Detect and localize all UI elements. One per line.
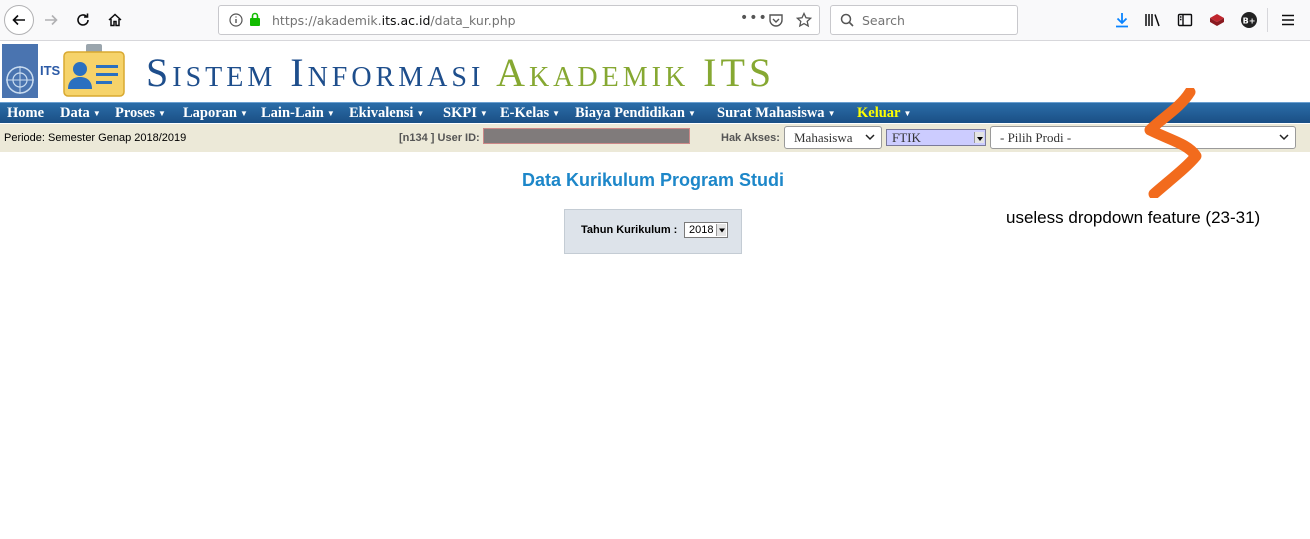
- browser-toolbar: https://akademik.its.ac.id/data_kur.php …: [0, 0, 1310, 41]
- dropdown-arrow-icon: [974, 132, 984, 143]
- forward-button[interactable]: [36, 5, 66, 35]
- arrow-right-icon: [45, 14, 58, 26]
- bookmark-star-icon[interactable]: [796, 12, 812, 28]
- home-icon: [108, 13, 122, 27]
- library-icon: [1145, 14, 1160, 27]
- user-id-field: [483, 128, 690, 144]
- profile-badge-icon: B+: [1241, 12, 1257, 28]
- toolbar-divider: [1267, 8, 1268, 32]
- menu-biaya-pendidikan[interactable]: Biaya Pendidikan ▼: [575, 105, 696, 122]
- caret-down-icon: ▼: [158, 109, 166, 119]
- caret-down-icon: ▼: [326, 109, 335, 119]
- menu-e-kelas[interactable]: E-Kelas ▼: [500, 105, 560, 122]
- search-placeholder: Search: [862, 13, 905, 28]
- caret-down-icon: ▼: [903, 109, 912, 119]
- page-actions-icon[interactable]: •••: [740, 10, 768, 26]
- search-icon: [840, 13, 854, 27]
- tahun-kurikulum-select[interactable]: 2018: [684, 222, 728, 238]
- dropdown-arrow-icon: [716, 224, 726, 236]
- main-menu: Home Data ▼ Proses ▼ Laporan ▼ Lain-Lain ▼ E…: [0, 102, 1310, 123]
- tahun-kurikulum-panel: Tahun Kurikulum : 2018: [564, 209, 742, 254]
- hak-akses-label: Hak Akses:: [721, 132, 780, 144]
- menu-ekivalensi[interactable]: Ekivalensi ▼: [349, 105, 424, 122]
- menu-lain-lain[interactable]: Lain-Lain ▼: [261, 105, 335, 122]
- menu-button[interactable]: [1278, 10, 1298, 30]
- extension-icon: [1210, 14, 1224, 26]
- svg-text:B+: B+: [1243, 17, 1256, 26]
- caret-down-icon: ▼: [479, 109, 488, 119]
- downloads-button[interactable]: [1112, 10, 1132, 30]
- caret-down-icon: ▼: [240, 109, 248, 119]
- caret-down-icon: ▼: [416, 109, 425, 119]
- home-button[interactable]: [100, 5, 130, 35]
- fakultas-select[interactable]: FTIK: [886, 129, 986, 146]
- site-title: Sistem Informasi Akademik ITS: [146, 50, 776, 95]
- site-banner: ITS Sistem Informasi Akademik ITS: [0, 41, 1310, 102]
- reload-button[interactable]: [68, 5, 98, 35]
- chevron-down-icon: [1279, 134, 1289, 141]
- download-arrow-icon: [1116, 13, 1128, 28]
- sidebar-icon: [1177, 13, 1193, 27]
- menu-proses[interactable]: Proses ▼: [115, 105, 166, 122]
- url-text: https://akademik.its.ac.id/data_kur.php: [272, 13, 516, 28]
- user-id-label: [n134 ] User ID:: [399, 132, 480, 144]
- extension-button[interactable]: [1207, 10, 1227, 30]
- url-bar[interactable]: https://akademik.its.ac.id/data_kur.php …: [218, 5, 820, 35]
- annotation-text: useless dropdown feature (23-31): [1006, 208, 1261, 227]
- its-logo: [2, 44, 38, 98]
- logo-text: ITS: [40, 63, 61, 78]
- sidebar-button[interactable]: [1175, 10, 1195, 30]
- tahun-kurikulum-label: Tahun Kurikulum :: [581, 224, 678, 236]
- menu-skpi[interactable]: SKPI ▼: [443, 105, 488, 122]
- arrow-left-icon: [12, 14, 25, 26]
- reload-icon: [77, 13, 89, 26]
- library-button[interactable]: [1143, 10, 1163, 30]
- periode-text: Periode: Semester Genap 2018/2019: [4, 132, 187, 144]
- pocket-icon[interactable]: [768, 12, 784, 28]
- lock-icon: [250, 12, 260, 26]
- profile-button[interactable]: B+: [1239, 10, 1259, 30]
- info-icon[interactable]: [229, 13, 243, 27]
- menu-data[interactable]: Data ▼: [60, 105, 101, 122]
- id-card-icon: [63, 44, 125, 97]
- hamburger-icon: [1282, 14, 1294, 26]
- caret-down-icon: ▼: [552, 109, 561, 119]
- caret-down-icon: ▼: [92, 109, 101, 119]
- annotation-scribble: [1144, 88, 1202, 198]
- search-bar[interactable]: Search: [830, 5, 1018, 35]
- menu-laporan[interactable]: Laporan ▼: [183, 105, 248, 122]
- role-select[interactable]: Mahasiswa: [784, 126, 882, 149]
- menu-surat-mahasiswa[interactable]: Surat Mahasiswa ▼: [717, 105, 835, 122]
- page-title: Data Kurikulum Program Studi: [521, 170, 785, 190]
- caret-down-icon: ▼: [827, 109, 836, 119]
- back-button[interactable]: [4, 5, 34, 35]
- its-emblem-icon: [6, 66, 34, 94]
- menu-home[interactable]: Home: [7, 105, 44, 122]
- session-info-bar: Periode: Semester Genap 2018/2019 [n134 …: [0, 124, 1310, 152]
- caret-down-icon: ▼: [688, 109, 696, 119]
- chevron-down-icon: [865, 134, 875, 141]
- menu-keluar[interactable]: Keluar ▼: [857, 105, 911, 122]
